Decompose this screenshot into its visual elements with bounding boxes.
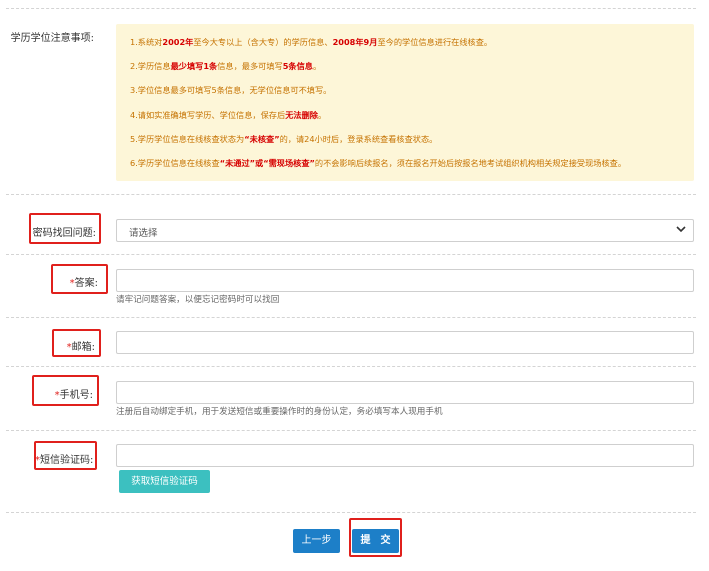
notice-text: 2.学历信息 [130,61,171,72]
phone-label: *手机号: [54,390,93,401]
prev-step-button[interactable]: 上一步 [293,529,340,553]
notice-text: 。 [317,109,327,120]
separator [6,8,696,9]
email-field[interactable] [116,331,694,354]
notice-text: 至今的学位信息进行在线核查。 [377,37,493,47]
answer-input[interactable] [116,269,694,292]
phone-hint: 注册后自动绑定手机，用于发送短信或重要操作时的身份认定，务必填写本人现用手机 [116,407,443,417]
notice-item: 4.请如实准确填写学历、学位信息，保存后无法删除。 [130,103,694,127]
notice-emphasis: 2002年 [162,37,194,47]
notice-emphasis: “未通过”或“需现场核查” [219,158,315,169]
answer-label: *答案: [69,278,98,289]
notice-text: 。 [312,61,322,72]
answer-hint: 请牢记问题答案，以便忘记密码时可以找回 [116,295,280,305]
notice-box: 1.系统对2002年至今大专以上（含大专）的学历信息、2008年9月至今的学位信… [116,24,694,181]
notice-label: 学历学位注意事项: [10,33,94,44]
notice-text: 6.学历学位信息在线核查 [130,158,220,169]
notice-text: 至今大专以上（含大专）的学历信息、 [193,37,333,47]
phone-field[interactable] [116,381,694,404]
notice-emphasis: “未核查” [244,133,280,144]
question-label: 密码找回问题: [32,228,96,239]
separator [6,254,696,255]
notice-text: 信息，最多可填写 [217,61,283,72]
notice-item: 3.学位信息最多可填写5条信息，无学位信息可不填写。 [130,78,694,102]
separator [6,430,696,431]
notice-emphasis: 2008年9月 [332,37,378,47]
notice-text: 5.学历学位信息在线核查状态为 [130,133,245,144]
sms-label: *短信验证码: [35,455,94,466]
sms-code-field[interactable] [116,444,694,467]
separator [6,194,696,195]
email-label: *邮箱: [66,342,95,353]
notice-text: 的，请24小时后，登录系统查看核查状态。 [279,133,438,144]
question-select[interactable]: 请选择 [116,219,694,242]
notice-item: 2.学历信息最少填写1条信息，最多可填写5条信息。 [130,54,694,78]
question-select-value: 请选择 [129,228,158,239]
chevron-down-icon [676,226,686,233]
submit-button[interactable]: 提 交 [352,529,399,553]
notice-text: 1.系统对 [130,37,163,47]
notice-emphasis: 最少填写1条 [170,61,218,72]
notice-text: 的不会影响后续报名，须在报名开始后按报名地考试组织机构相关规定接受现场核查。 [314,158,627,169]
separator [6,366,696,367]
notice-text: 4.请如实准确填写学历、学位信息，保存后 [130,109,286,120]
notice-emphasis: 5条信息 [282,61,313,72]
notice-item: 6.学历学位信息在线核查“未通过”或“需现场核查”的不会影响后续报名，须在报名开… [130,151,694,175]
notice-text: 3.学位信息最多可填写5条信息，无学位信息可不填写。 [130,85,332,96]
notice-emphasis: 无法删除 [285,109,318,120]
notice-item: 5.学历学位信息在线核查状态为“未核查”的，请24小时后，登录系统查看核查状态。 [130,127,694,151]
separator [6,512,696,513]
get-sms-code-button[interactable]: 获取短信验证码 [119,470,210,493]
separator [6,317,696,318]
notice-item: 1.系统对2002年至今大专以上（含大专）的学历信息、2008年9月至今的学位信… [130,30,694,54]
